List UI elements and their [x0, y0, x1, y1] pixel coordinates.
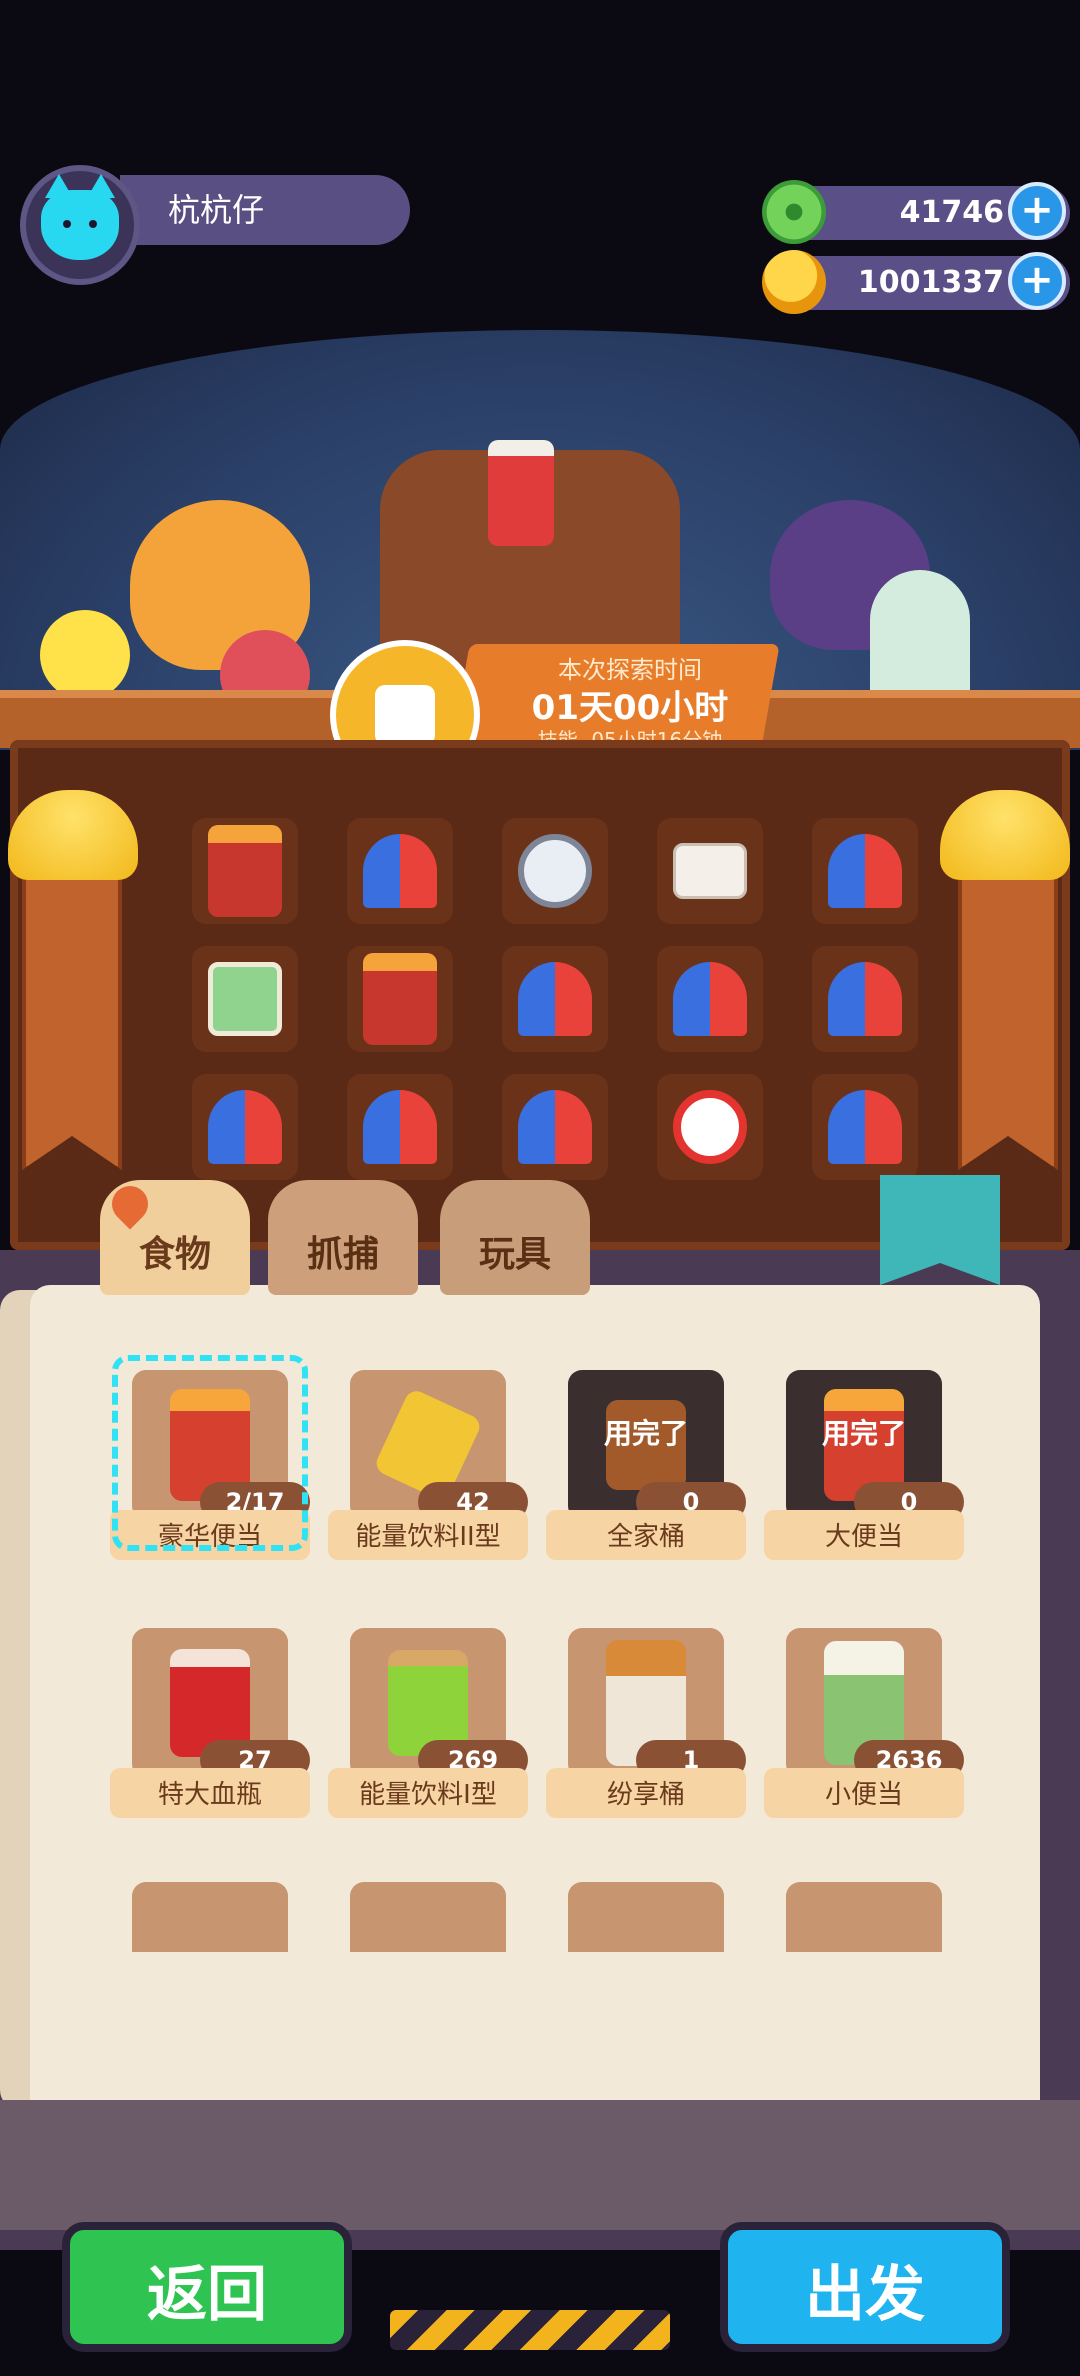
selection-frame	[112, 1355, 308, 1551]
item-card-partial[interactable]	[350, 1882, 506, 1952]
currency-donut: 41746 +	[762, 180, 1070, 244]
item-label: 小便当	[764, 1768, 964, 1818]
add-donut-button[interactable]: +	[1008, 182, 1066, 240]
item-card[interactable]: 27 特大血瓶	[110, 1628, 310, 1818]
stopwatch-icon	[518, 834, 592, 908]
reward-slot[interactable]	[657, 818, 763, 924]
left-banner	[22, 830, 122, 1170]
reward-slot[interactable]	[657, 1074, 763, 1180]
reward-slot[interactable]	[347, 946, 453, 1052]
hazard-stripe	[390, 2310, 670, 2350]
item-label: 能量饮料I型	[328, 1768, 528, 1818]
used-up-label: 用完了	[603, 1417, 688, 1450]
currency-coin: 1001337 +	[762, 250, 1070, 314]
reward-grid	[192, 818, 922, 1188]
helmet-icon	[518, 962, 592, 1036]
player-profile[interactable]: 杭杭仔	[20, 165, 410, 285]
used-up-label: 用完了	[821, 1417, 906, 1450]
helmet-icon	[828, 1090, 902, 1164]
item-card[interactable]: 269 能量饮料I型	[328, 1628, 528, 1818]
helmet-icon	[828, 962, 902, 1036]
item-card[interactable]: 1 纷享桶	[546, 1628, 746, 1818]
reward-slot[interactable]	[812, 818, 918, 924]
mail-icon	[673, 843, 747, 899]
depart-button[interactable]: 出发	[720, 2222, 1010, 2352]
reward-slot[interactable]	[347, 818, 453, 924]
reward-slot[interactable]	[502, 818, 608, 924]
item-card[interactable]: 2636 小便当	[764, 1628, 964, 1818]
cat-avatar-icon[interactable]	[20, 165, 140, 285]
reward-slot[interactable]	[657, 946, 763, 1052]
item-label: 纷享桶	[546, 1768, 746, 1818]
helmet-icon	[208, 1090, 282, 1164]
item-card-partial[interactable]	[568, 1882, 724, 1952]
bento-icon	[363, 953, 437, 1045]
star-icon	[40, 610, 130, 700]
item-card-partial[interactable]	[132, 1882, 288, 1952]
back-button[interactable]: 返回	[62, 2222, 352, 2352]
gold-planet-coin-icon	[762, 250, 826, 314]
reward-slot[interactable]	[812, 1074, 918, 1180]
item-label: 大便当	[764, 1510, 964, 1560]
item-card-partial[interactable]	[786, 1882, 942, 1952]
reward-slot[interactable]	[347, 1074, 453, 1180]
helmet-icon	[673, 962, 747, 1036]
item-card[interactable]: 用完了 0 大便当	[764, 1370, 964, 1560]
item-label: 全家桶	[546, 1510, 746, 1560]
player-name: 杭杭仔	[120, 175, 410, 245]
item-label: 能量饮料II型	[328, 1510, 528, 1560]
helmet-icon	[363, 834, 437, 908]
alarm-clock-icon	[673, 1090, 747, 1164]
item-label: 特大血瓶	[110, 1768, 310, 1818]
helmet-icon	[518, 1090, 592, 1164]
reward-slot[interactable]	[502, 946, 608, 1052]
item-card[interactable]: 42 能量饮料II型	[328, 1370, 528, 1560]
reward-slot[interactable]	[192, 946, 298, 1052]
helmet-icon	[828, 834, 902, 908]
tab-toy[interactable]: 玩具	[440, 1180, 590, 1295]
reward-slot[interactable]	[502, 1074, 608, 1180]
green-donut-coin-icon	[762, 180, 826, 244]
tab-catch[interactable]: 抓捕	[268, 1180, 418, 1295]
currency-coin-value: 1001337	[857, 265, 1004, 300]
portrait-card-icon	[208, 962, 282, 1036]
currency-donut-value: 41746	[899, 195, 1004, 230]
bento-icon	[208, 825, 282, 917]
reward-slot[interactable]	[192, 1074, 298, 1180]
helmet-icon	[363, 1090, 437, 1164]
item-card[interactable]: 用完了 0 全家桶	[546, 1370, 746, 1560]
right-banner	[958, 830, 1058, 1170]
reward-slot[interactable]	[812, 946, 918, 1052]
reward-slot[interactable]	[192, 818, 298, 924]
add-coin-button[interactable]: +	[1008, 252, 1066, 310]
potion-bottle-icon	[488, 440, 554, 546]
book-bottom	[0, 2100, 1080, 2230]
explore-time-duration: 01天00小时	[531, 688, 729, 728]
